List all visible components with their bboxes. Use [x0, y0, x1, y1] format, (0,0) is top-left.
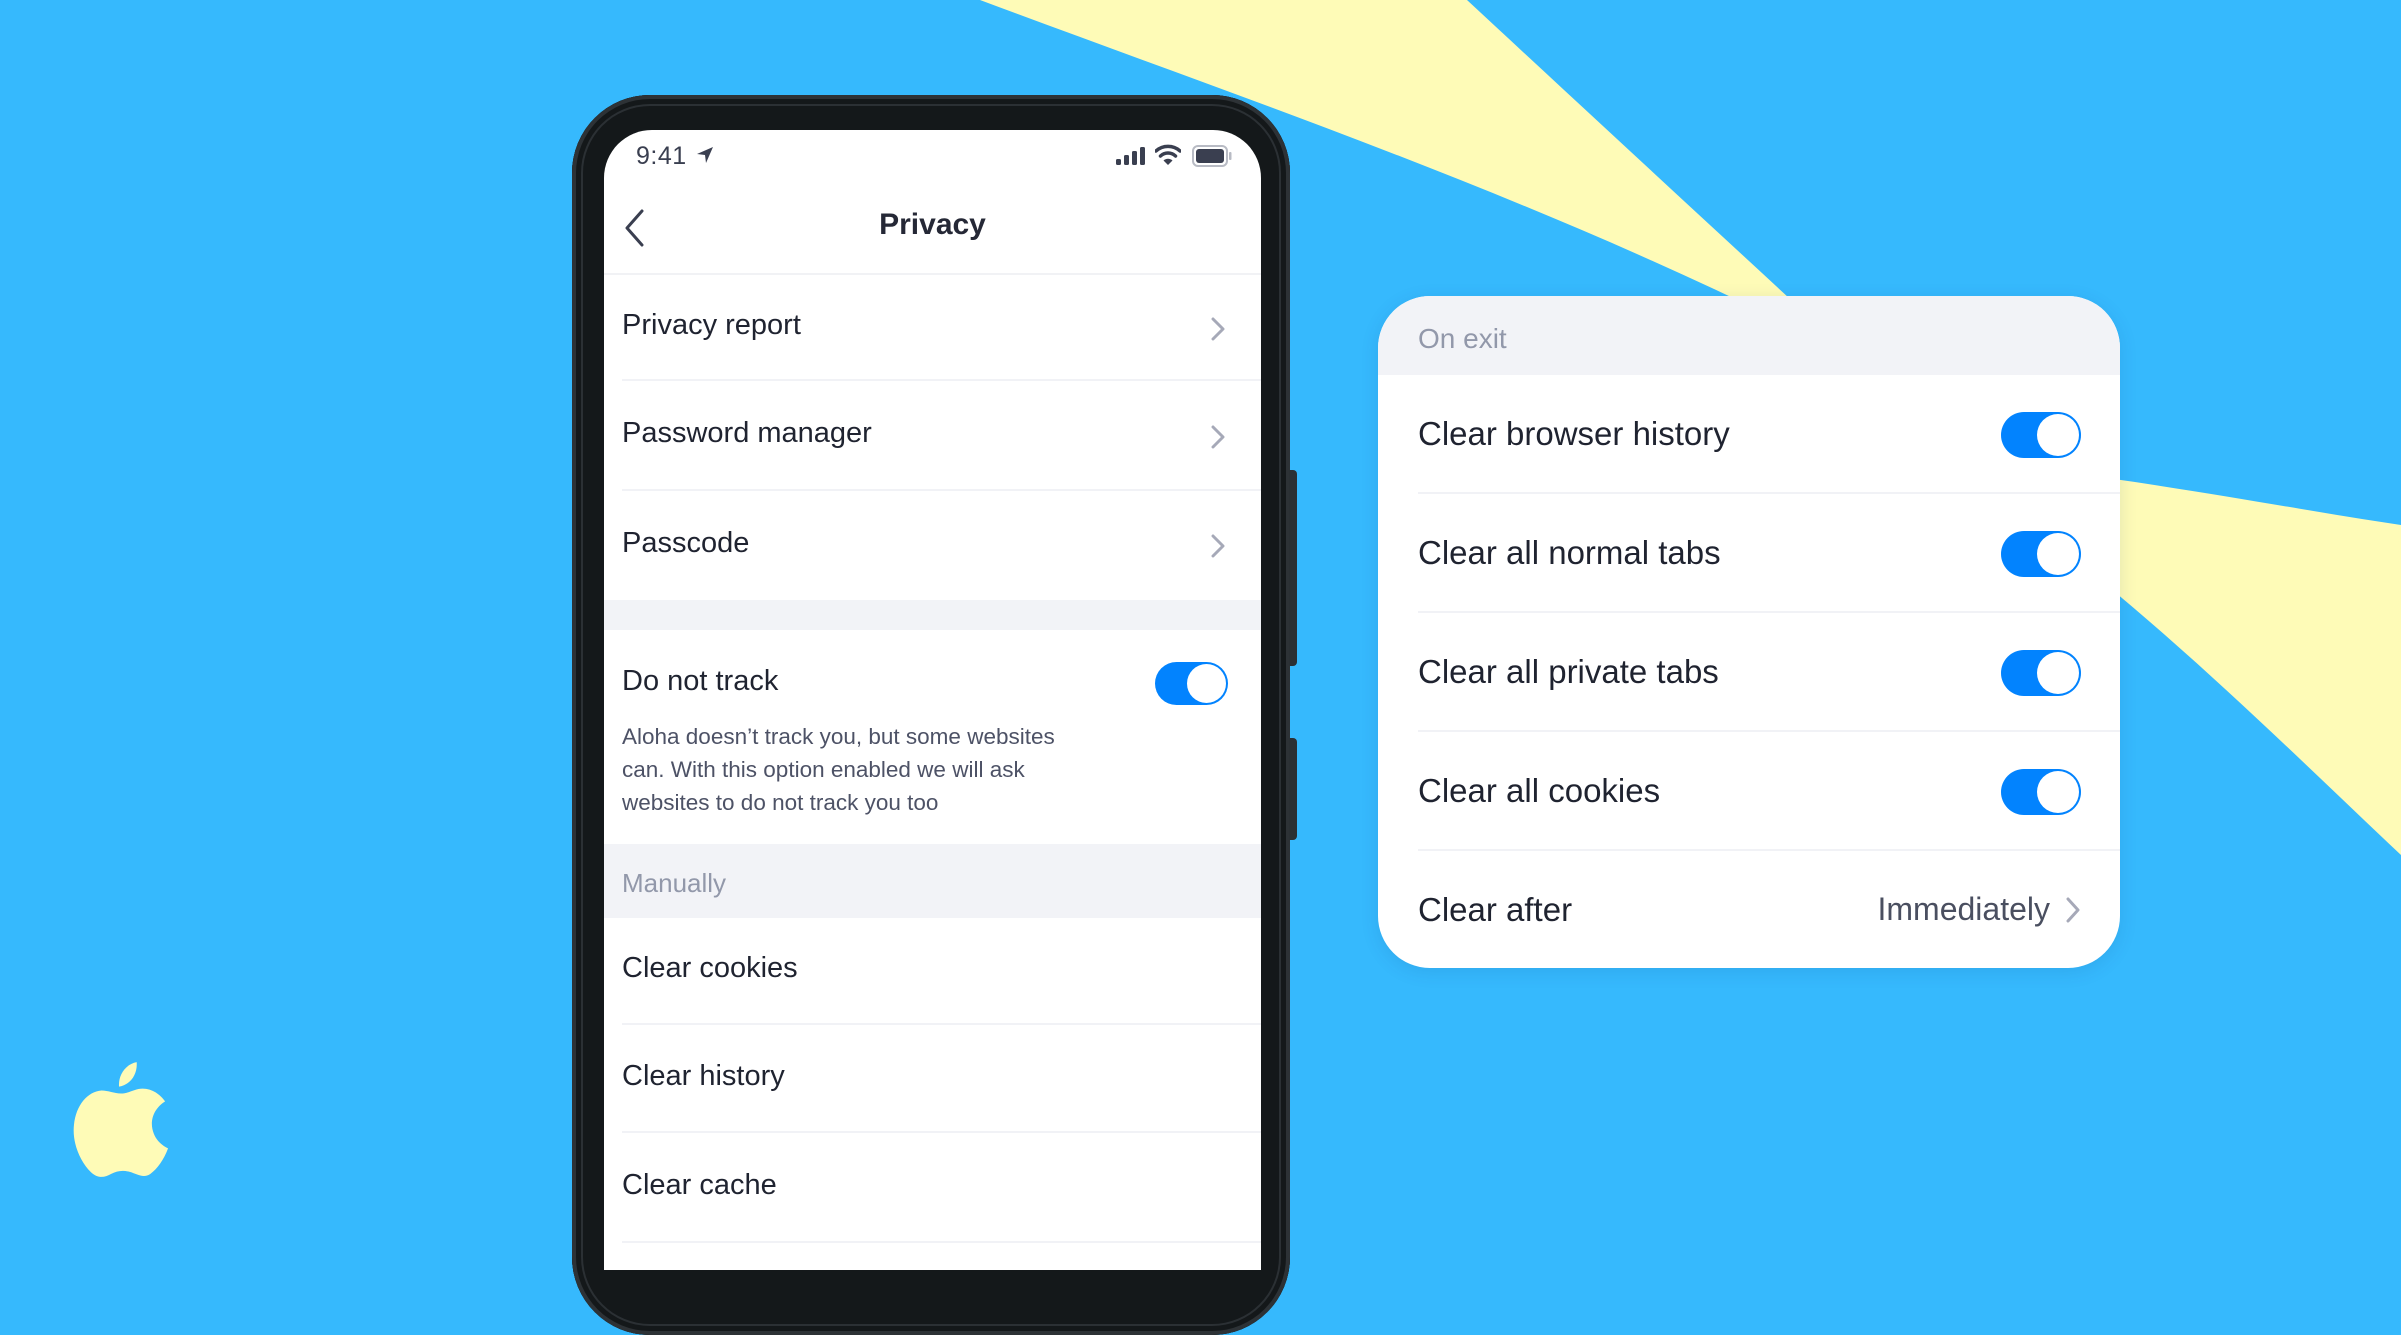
setting-label: Clear all cookies	[1418, 772, 1661, 809]
setting-label: Clear after	[1418, 891, 1573, 928]
chevron-right-icon	[2066, 897, 2080, 923]
row-divider	[622, 1241, 1261, 1243]
menu-item-passcode[interactable]: Passcode	[604, 491, 1261, 600]
chevron-right-icon	[1211, 534, 1225, 558]
nav-bar: Privacy	[604, 180, 1261, 275]
phone-power-button	[1289, 738, 1297, 840]
toggle-knob	[2037, 414, 2079, 456]
battery-icon	[1192, 145, 1232, 167]
setting-clear-all-private-tabs: Clear all private tabs	[1378, 613, 2120, 732]
clear-all-cookies-toggle[interactable]	[2001, 769, 2081, 815]
menu-item-clear-cookies[interactable]: Clear cookies	[604, 918, 1261, 1025]
clear-all-private-tabs-toggle[interactable]	[2001, 650, 2081, 696]
clear-browser-history-toggle[interactable]	[2001, 412, 2081, 458]
menu-item-label: Clear cache	[622, 1169, 777, 1201]
phone-volume-button	[1289, 470, 1297, 666]
page-title: Privacy	[879, 208, 986, 241]
on-exit-card: On exit Clear browser history Clear all …	[1378, 296, 2120, 968]
toggle-knob	[2037, 771, 2079, 813]
menu-item-clear-cache[interactable]: Clear cache	[604, 1133, 1261, 1243]
do-not-track-toggle[interactable]	[1155, 662, 1228, 705]
setting-label: Clear browser history	[1418, 415, 1730, 452]
section-label: On exit	[1418, 323, 1507, 354]
setting-clear-browser-history: Clear browser history	[1378, 375, 2120, 494]
status-time: 9:41	[636, 142, 687, 170]
do-not-track-label: Do not track	[622, 665, 779, 697]
setting-clear-all-normal-tabs: Clear all normal tabs	[1378, 494, 2120, 613]
section-header-manually: Manually	[604, 844, 1261, 918]
setting-clear-after[interactable]: Clear after Immediately	[1378, 851, 2120, 968]
menu-item-label: Clear cookies	[622, 952, 798, 984]
chevron-right-icon	[1211, 317, 1225, 341]
do-not-track-setting: Do not track Aloha doesn’t track you, bu…	[604, 630, 1261, 844]
chevron-right-icon	[1211, 425, 1225, 449]
section-header-on-exit: On exit	[1378, 296, 2120, 375]
phone-screen: 9:41 Privacy Privacy report Password man…	[604, 130, 1261, 1270]
status-bar: 9:41	[604, 130, 1261, 180]
setting-label: Clear all private tabs	[1418, 653, 1719, 690]
cellular-signal-icon	[1116, 147, 1145, 165]
apple-logo-icon	[73, 1062, 169, 1177]
menu-item-password-manager[interactable]: Password manager	[604, 381, 1261, 491]
toggle-knob	[2037, 533, 2079, 575]
location-arrow-icon	[697, 147, 713, 163]
setting-label: Clear all normal tabs	[1418, 534, 1721, 571]
do-not-track-description: Aloha doesn’t track you, but some websit…	[622, 724, 1055, 815]
menu-item-label: Privacy report	[622, 309, 801, 341]
clear-after-value: Immediately	[1877, 891, 2051, 927]
toggle-knob	[1187, 664, 1226, 703]
menu-item-label: Clear history	[622, 1060, 785, 1092]
section-label: Manually	[622, 868, 727, 898]
menu-item-label: Passcode	[622, 527, 750, 559]
wifi-icon	[1155, 144, 1181, 165]
menu-item-privacy-report[interactable]: Privacy report	[604, 275, 1261, 381]
toggle-knob	[2037, 652, 2079, 694]
menu-item-clear-history[interactable]: Clear history	[604, 1025, 1261, 1133]
section-spacer	[604, 600, 1261, 630]
menu-item-label: Password manager	[622, 417, 872, 449]
setting-clear-all-cookies: Clear all cookies	[1378, 732, 2120, 851]
clear-all-normal-tabs-toggle[interactable]	[2001, 531, 2081, 577]
